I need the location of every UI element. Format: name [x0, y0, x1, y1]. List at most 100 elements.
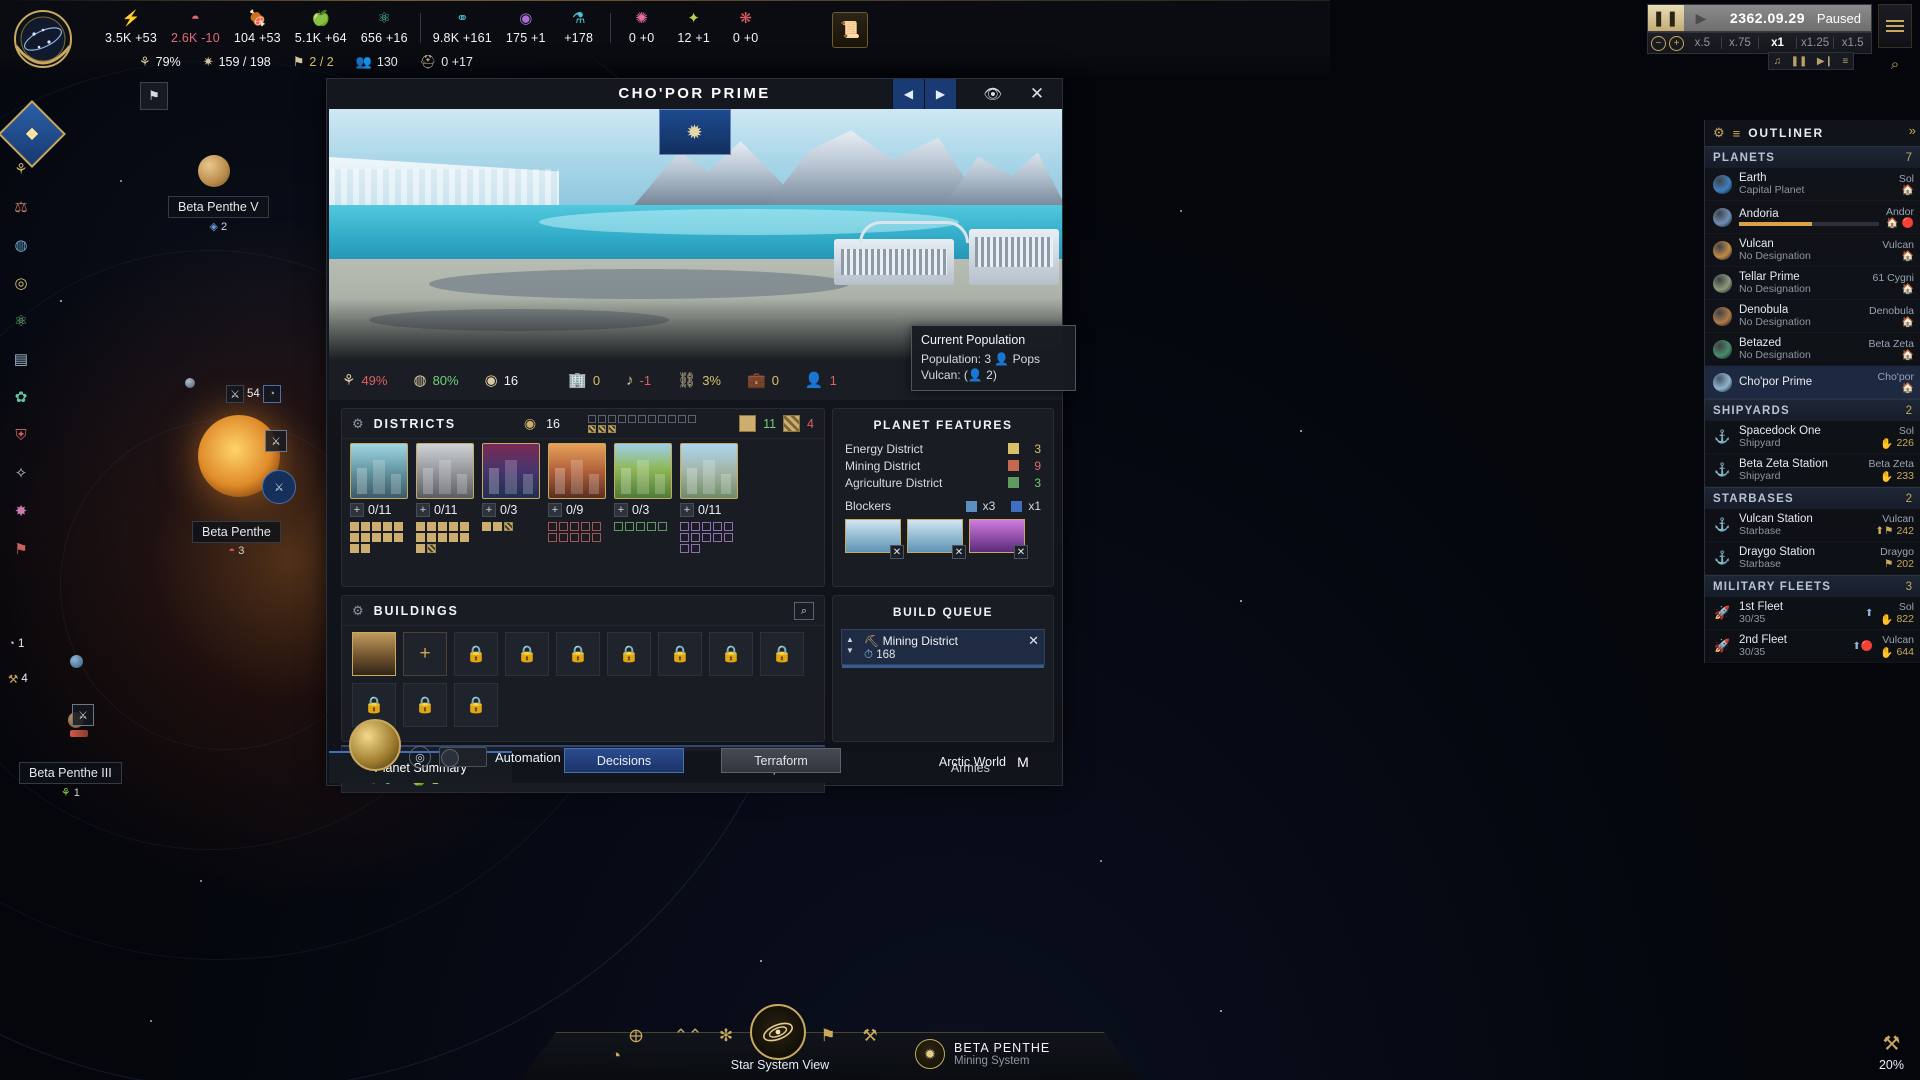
planet-view-icon[interactable]: 🜨 [620, 1018, 652, 1050]
queue-item-cancel-button[interactable]: ✕ [1028, 633, 1039, 649]
building-slot-7[interactable]: 🔒 [658, 632, 702, 676]
automation-gear-icon[interactable]: ◎ [409, 746, 431, 768]
remove-blocker-button[interactable]: ✕ [890, 545, 904, 559]
building-slot-4[interactable]: 🔒 [505, 632, 549, 676]
resource-food[interactable]: 🍖 104 +53 [227, 5, 288, 51]
planet-stat-buildings[interactable]: 🏢 0 [555, 371, 613, 389]
map-badge-ship-1[interactable]: ◔ 1 [8, 638, 24, 650]
rail-species-icon[interactable]: ✿ [7, 383, 35, 411]
district-card-generator-district[interactable]: +0/3 [482, 443, 540, 553]
resource-consumer-goods[interactable]: 🍏 5.1K +64 [288, 5, 354, 51]
construction-icon[interactable]: ⚒ [854, 1020, 886, 1052]
resource-energy-credits[interactable]: ⚡ 3.5K +53 [98, 5, 164, 51]
outliner-group-planets[interactable]: PLANETS 7 [1705, 146, 1920, 168]
speed-x05[interactable]: x.5 [1684, 37, 1721, 49]
speed-decrease-button[interactable]: − [1651, 35, 1666, 51]
rail-technology-icon[interactable]: ⚛ [7, 307, 35, 335]
resource-influence[interactable]: ⚭ 9.8K +161 [426, 5, 499, 51]
galaxy-view-button[interactable] [750, 1004, 806, 1060]
add-generator-district-button[interactable]: + [482, 503, 496, 517]
add-urban-district-button[interactable]: + [680, 503, 694, 517]
next-planet-button[interactable]: ▶ [924, 79, 956, 109]
gear-icon[interactable]: ⚙ [1713, 125, 1725, 141]
outliner-item-andoria[interactable]: Andoria Andor 🏠 🔴 [1705, 201, 1920, 234]
outliner-item-1st-fleet[interactable]: 🚀 1st Fleet 30/35 ⬆ Sol ✋ 822 [1705, 597, 1920, 630]
rail-government-icon[interactable]: ⚖ [7, 193, 35, 221]
building-slot-8[interactable]: 🔒 [709, 632, 753, 676]
district-card-city-district[interactable]: +0/11 [350, 443, 408, 553]
remove-blocker-button[interactable]: ✕ [952, 545, 966, 559]
add-building[interactable]: + [403, 632, 447, 676]
speed-x075[interactable]: x.75 [1722, 37, 1759, 49]
close-window-button[interactable]: ✕ [1020, 79, 1054, 109]
speed-x15[interactable]: x1.5 [1834, 37, 1871, 49]
map-fleet-marker-3[interactable]: ⚔ [72, 704, 94, 726]
map-flag-icon[interactable]: ⚑ [140, 82, 168, 110]
outliner-item-beta-zeta-station[interactable]: ⚓ Beta Zeta Station Shipyard Beta Zeta ✋ 233 [1705, 454, 1920, 487]
outliner-item-spacedock-one[interactable]: ⚓ Spacedock One Shipyard Sol ✋ 226 [1705, 421, 1920, 454]
situation-log-button[interactable]: 📜 [832, 12, 868, 48]
zoom-indicator[interactable]: ⚒ 20% [1879, 1031, 1904, 1072]
planet-stat-stability[interactable]: ⚘ 49% [329, 371, 400, 389]
view-planet-button[interactable]: 👁 [976, 79, 1010, 109]
rail-planets-icon[interactable]: ◍ [7, 231, 35, 259]
outliner-group-starbases[interactable]: STARBASES 2 [1705, 487, 1920, 509]
flag-icon[interactable]: ⚑ [812, 1020, 844, 1052]
district-card-industrial-district[interactable]: +0/11 [416, 443, 474, 553]
planet-stat-crime[interactable]: ⛓ 3% [664, 371, 734, 389]
music-playlist-icon[interactable]: ≡ [1842, 56, 1848, 67]
music-note-icon[interactable]: ♫ [1774, 56, 1782, 67]
add-mining-district-button[interactable]: + [548, 503, 562, 517]
rail-expansion-icon[interactable]: ✧ [7, 459, 35, 487]
building-slot-6[interactable]: 🔒 [607, 632, 651, 676]
district-card-urban-district[interactable]: +0/11 [680, 443, 738, 553]
list-icon[interactable]: ≡ [1733, 126, 1741, 141]
speed-x125[interactable]: x1.25 [1797, 37, 1834, 49]
rail-situation-icon[interactable]: ▤ [7, 345, 35, 373]
rail-traditions-icon[interactable]: ✸ [7, 497, 35, 525]
planet-small-4[interactable] [185, 378, 195, 388]
resource-research[interactable]: ⚗ +178 [553, 5, 605, 51]
outliner-item-vulcan-station[interactable]: ⚓ Vulcan Station Starbase Vulcan ⬆⚑ 242 [1705, 509, 1920, 542]
resource-volatile-motes[interactable]: ❋ 0 +0 [720, 5, 772, 51]
planet-stat-districts-total[interactable]: ◉ 16 [472, 371, 532, 389]
planet-stat-habitability[interactable]: ◍ 80% [400, 371, 471, 389]
outliner-item-betazed[interactable]: Betazed No Designation Beta Zeta 🏠 [1705, 333, 1920, 366]
add-agriculture-district-button[interactable]: + [614, 503, 628, 517]
buildings-magnify-button[interactable]: ⌕ [794, 602, 814, 620]
blocker-frozen-2[interactable]: ✕ [907, 519, 966, 559]
building-slot-12[interactable]: 🔒 [454, 683, 498, 727]
outliner-item-chopor-prime[interactable]: Cho'por Prime Cho'por 🏠 [1705, 366, 1920, 399]
speed-x1[interactable]: x1 [1759, 37, 1796, 49]
outliner-item-earth[interactable]: Earth Capital Planet Sol 🏠 [1705, 168, 1920, 201]
blocker-frozen-1[interactable]: ✕ [845, 519, 904, 559]
resource-unity[interactable]: ◉ 175 +1 [499, 5, 553, 51]
decisions-button[interactable]: Decisions [564, 748, 684, 773]
queue-reorder-arrows[interactable]: ▲ ▼ [846, 634, 858, 656]
map-fleet-marker-2[interactable]: ⚔ [262, 470, 296, 504]
planet-stat-trade-value[interactable]: 💼 0 [734, 371, 792, 389]
district-card-mining-district[interactable]: +0/9 [548, 443, 606, 553]
resource-exotic-gases[interactable]: ✺ 0 +0 [616, 5, 668, 51]
map-label-beta-penthe-iii[interactable]: Beta Penthe III ⚘ 1 [19, 762, 122, 799]
outliner-collapse-button[interactable]: » [1909, 123, 1916, 138]
current-system-chip[interactable]: ✹ BETA PENTHE Mining System [915, 1034, 1050, 1074]
resource-minerals[interactable]: ◓ 2.6K -10 [164, 5, 227, 51]
planet-small-3[interactable] [70, 655, 83, 668]
map-label-beta-penthe-v[interactable]: Beta Penthe V ◈ 2 [168, 196, 269, 233]
building-slot-9[interactable]: 🔒 [760, 632, 804, 676]
outliner-item-2nd-fleet[interactable]: 🚀 2nd Fleet 30/35 ⬆🔴 Vulcan ✋ 644 [1705, 630, 1920, 663]
rail-market-icon[interactable]: ◎ [7, 269, 35, 297]
districts-gear-icon[interactable]: ⚙ [352, 416, 364, 432]
stat-leader-capacity[interactable]: ⛑ 0 +17 [409, 54, 484, 70]
map-fleet-marker-1[interactable]: ⚔ [265, 430, 287, 452]
play-button[interactable]: ▶ [1684, 5, 1718, 31]
stat-stability[interactable]: ⚘ 79% [128, 54, 192, 70]
map-badge-ship-2[interactable]: ⚒ 4 [8, 672, 28, 686]
outliner-group-military-fleets[interactable]: MILITARY FLEETS 3 [1705, 575, 1920, 597]
outliner-item-denobula[interactable]: Denobula No Designation Denobula 🏠 [1705, 300, 1920, 333]
stat-envoys[interactable]: ⚑ 2 / 2 [282, 54, 345, 70]
district-card-agriculture-district[interactable]: +0/3 [614, 443, 672, 553]
terraform-button[interactable]: Terraform [721, 748, 841, 773]
expand-up-icon[interactable]: ⌃⌃ [672, 1020, 704, 1052]
